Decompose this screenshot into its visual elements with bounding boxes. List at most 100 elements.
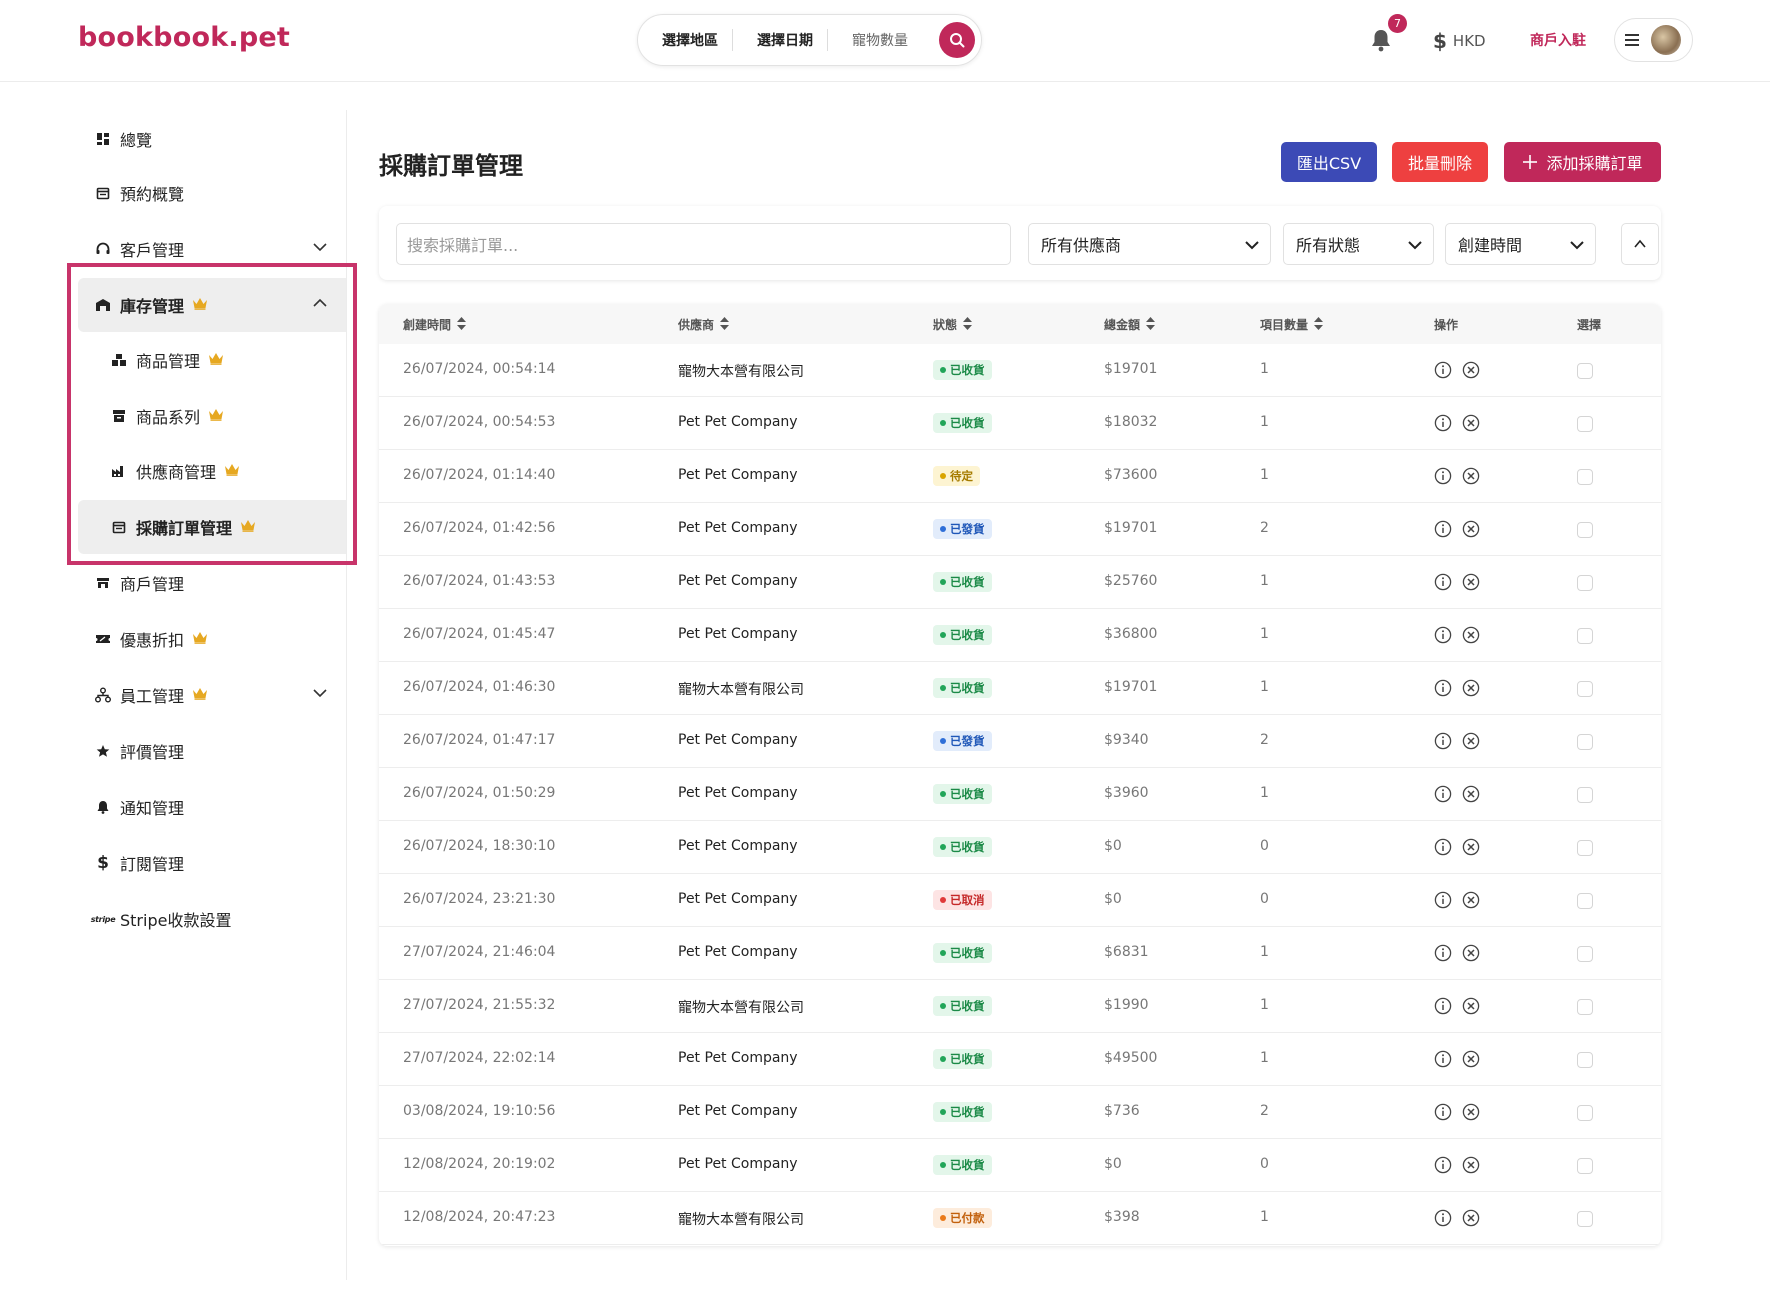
row-select-checkbox[interactable]: [1577, 1105, 1593, 1121]
column-header-1[interactable]: 供應商: [678, 316, 730, 333]
info-icon[interactable]: [1434, 891, 1452, 913]
info-icon[interactable]: [1434, 679, 1452, 701]
column-header-4[interactable]: 項目數量: [1260, 316, 1324, 333]
table-row[interactable]: 27/07/2024, 22:02:14 Pet Pet Company 已收貨 $4…: [379, 1033, 1661, 1086]
row-select-checkbox[interactable]: [1577, 469, 1593, 485]
chevron-down-icon[interactable]: [312, 239, 328, 259]
cancel-circle-icon[interactable]: [1462, 1050, 1480, 1072]
sidebar-item-13[interactable]: $ 訂閱管理: [78, 836, 346, 890]
cancel-circle-icon[interactable]: [1462, 1103, 1480, 1125]
table-row[interactable]: 12/08/2024, 20:19:02 Pet Pet Company 已收貨 $0…: [379, 1139, 1661, 1192]
table-row[interactable]: 26/07/2024, 01:14:40 Pet Pet Company 待定 $73…: [379, 450, 1661, 503]
cancel-circle-icon[interactable]: [1462, 838, 1480, 860]
supplier-filter-select[interactable]: 所有供應商: [1028, 223, 1271, 265]
row-select-checkbox[interactable]: [1577, 1052, 1593, 1068]
cancel-circle-icon[interactable]: [1462, 520, 1480, 542]
cancel-circle-icon[interactable]: [1462, 467, 1480, 489]
column-header-3[interactable]: 總金額: [1104, 316, 1156, 333]
info-icon[interactable]: [1434, 361, 1452, 383]
table-row[interactable]: 26/07/2024, 01:45:47 Pet Pet Company 已收貨 $3…: [379, 609, 1661, 662]
currency-selector[interactable]: $ HKD: [1433, 29, 1486, 53]
table-row[interactable]: 26/07/2024, 18:30:10 Pet Pet Company 已收貨 $0…: [379, 821, 1661, 874]
search-bar[interactable]: 選擇地區 選擇日期 寵物數量: [637, 14, 982, 66]
row-select-checkbox[interactable]: [1577, 522, 1593, 538]
brand-logo[interactable]: bookbook.pet: [78, 22, 290, 53]
cancel-circle-icon[interactable]: [1462, 944, 1480, 966]
row-select-checkbox[interactable]: [1577, 416, 1593, 432]
sidebar-item-11[interactable]: 評價管理: [78, 724, 346, 778]
info-icon[interactable]: [1434, 520, 1452, 542]
order-search-input[interactable]: 搜索採購訂單...: [396, 223, 1011, 265]
info-icon[interactable]: [1434, 414, 1452, 436]
table-row[interactable]: 26/07/2024, 01:47:17 Pet Pet Company 已發貨 $9…: [379, 715, 1661, 768]
row-select-checkbox[interactable]: [1577, 787, 1593, 803]
row-select-checkbox[interactable]: [1577, 893, 1593, 909]
info-icon[interactable]: [1434, 1156, 1452, 1178]
row-select-checkbox[interactable]: [1577, 1158, 1593, 1174]
date-selector[interactable]: 選擇日期: [757, 30, 827, 50]
row-select-checkbox[interactable]: [1577, 734, 1593, 750]
cancel-circle-icon[interactable]: [1462, 573, 1480, 595]
info-icon[interactable]: [1434, 467, 1452, 489]
info-icon[interactable]: [1434, 732, 1452, 754]
table-row[interactable]: 26/07/2024, 01:46:30 寵物大本營有限公司 已收貨 $19701 1: [379, 662, 1661, 715]
user-menu-button[interactable]: [1614, 18, 1693, 62]
search-button[interactable]: [939, 22, 975, 58]
column-header-0[interactable]: 創建時間: [403, 316, 467, 333]
notification-bell-icon[interactable]: [1370, 28, 1392, 52]
cancel-circle-icon[interactable]: [1462, 414, 1480, 436]
table-row[interactable]: 27/07/2024, 21:46:04 Pet Pet Company 已收貨 $6…: [379, 927, 1661, 980]
cancel-circle-icon[interactable]: [1462, 785, 1480, 807]
cancel-circle-icon[interactable]: [1462, 732, 1480, 754]
table-row[interactable]: 26/07/2024, 23:21:30 Pet Pet Company 已取消 $0…: [379, 874, 1661, 927]
export-csv-button[interactable]: 匯出CSV: [1281, 142, 1377, 182]
row-select-checkbox[interactable]: [1577, 946, 1593, 962]
info-icon[interactable]: [1434, 626, 1452, 648]
info-icon[interactable]: [1434, 573, 1452, 595]
table-row[interactable]: 26/07/2024, 01:50:29 Pet Pet Company 已收貨 $3…: [379, 768, 1661, 821]
sidebar-item-1[interactable]: 預約概覽: [78, 166, 346, 220]
info-icon[interactable]: [1434, 944, 1452, 966]
table-row[interactable]: 26/07/2024, 01:42:56 Pet Pet Company 已發貨 $1…: [379, 503, 1661, 556]
sidebar-item-12[interactable]: 通知管理: [78, 780, 346, 834]
cancel-circle-icon[interactable]: [1462, 626, 1480, 648]
row-select-checkbox[interactable]: [1577, 575, 1593, 591]
sidebar-item-14[interactable]: stripe Stripe收款設置: [78, 892, 346, 946]
cancel-circle-icon[interactable]: [1462, 891, 1480, 913]
pet-count-selector[interactable]: 寵物數量: [852, 30, 918, 50]
sidebar-item-0[interactable]: 總覽: [78, 112, 346, 166]
info-icon[interactable]: [1434, 1103, 1452, 1125]
info-icon[interactable]: [1434, 1209, 1452, 1231]
row-select-checkbox[interactable]: [1577, 628, 1593, 644]
info-icon[interactable]: [1434, 785, 1452, 807]
merchant-signup-link[interactable]: 商戶入駐: [1530, 30, 1586, 50]
row-select-checkbox[interactable]: [1577, 1211, 1593, 1227]
cancel-circle-icon[interactable]: [1462, 1209, 1480, 1231]
chevron-down-icon[interactable]: [312, 685, 328, 705]
cancel-circle-icon[interactable]: [1462, 361, 1480, 383]
info-icon[interactable]: [1434, 838, 1452, 860]
cancel-circle-icon[interactable]: [1462, 997, 1480, 1019]
row-select-checkbox[interactable]: [1577, 681, 1593, 697]
table-row[interactable]: 26/07/2024, 00:54:53 Pet Pet Company 已收貨 $1…: [379, 397, 1661, 450]
status-filter-select[interactable]: 所有狀態: [1283, 223, 1434, 265]
info-icon[interactable]: [1434, 1050, 1452, 1072]
row-select-checkbox[interactable]: [1577, 840, 1593, 856]
table-row[interactable]: 03/08/2024, 19:10:56 Pet Pet Company 已收貨 $7…: [379, 1086, 1661, 1139]
row-select-checkbox[interactable]: [1577, 999, 1593, 1015]
table-row[interactable]: 26/07/2024, 01:43:53 Pet Pet Company 已收貨 $2…: [379, 556, 1661, 609]
column-header-2[interactable]: 狀態: [933, 316, 973, 333]
sidebar-item-10[interactable]: 員工管理: [78, 668, 346, 722]
table-row[interactable]: 12/08/2024, 20:47:23 寵物大本營有限公司 已付款 $398 1: [379, 1192, 1661, 1245]
sidebar-item-9[interactable]: 優惠折扣: [78, 612, 346, 666]
sort-direction-toggle[interactable]: [1621, 223, 1659, 265]
row-select-checkbox[interactable]: [1577, 363, 1593, 379]
cancel-circle-icon[interactable]: [1462, 1156, 1480, 1178]
info-icon[interactable]: [1434, 997, 1452, 1019]
table-row[interactable]: 26/07/2024, 00:54:14 寵物大本營有限公司 已收貨 $19701 1: [379, 344, 1661, 397]
table-row[interactable]: 27/07/2024, 21:55:32 寵物大本營有限公司 已收貨 $1990 1: [379, 980, 1661, 1033]
cancel-circle-icon[interactable]: [1462, 679, 1480, 701]
region-selector[interactable]: 選擇地區: [662, 30, 732, 50]
sort-field-select[interactable]: 創建時間: [1445, 223, 1596, 265]
bulk-delete-button[interactable]: 批量刪除: [1392, 142, 1488, 182]
